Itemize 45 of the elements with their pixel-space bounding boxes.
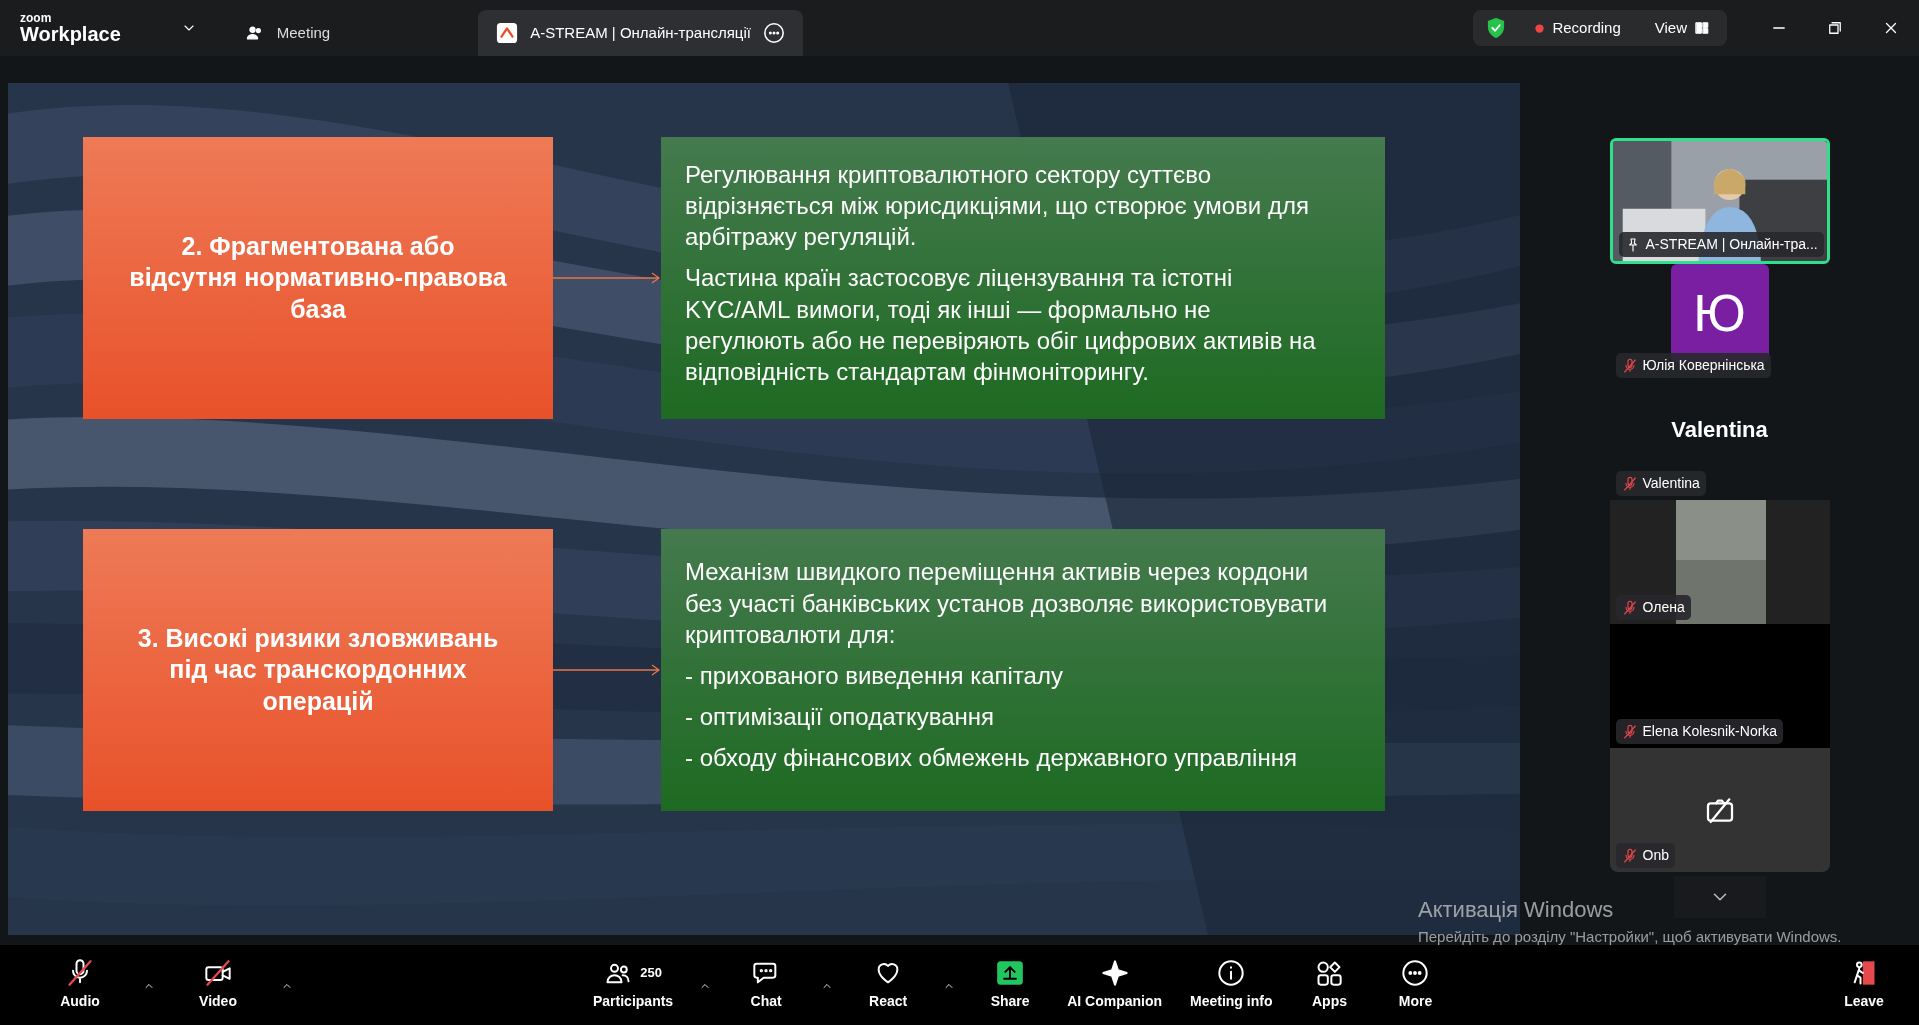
logo-text: Workplace [20, 24, 121, 44]
toolbar-button[interactable]: Video [183, 958, 253, 1012]
toolbar-button[interactable]: AI Companion [1061, 958, 1169, 1012]
camera-muted-icon [204, 958, 232, 987]
toolbar-button[interactable]: Share [975, 958, 1046, 1012]
activation-title: Активація Windows [1418, 896, 1614, 924]
slide-paragraph: Частина країн застосовує ліцензування та істотні KYC/AML вимоги, тоді як інші — формально не регулюють або не перевіряють обіг цифрових активів на відповідність стандартам фінмоніторингу. [685, 263, 1317, 387]
tab[interactable]: A-STREAM | Онлайн-трансляції [478, 10, 803, 56]
toolbar-button[interactable]: React [853, 958, 924, 1012]
app-icon [496, 22, 519, 44]
slide-heading-box: 3. Високі ризики зловживань під час транскордонних операцій [83, 529, 553, 811]
restore-icon[interactable] [1826, 19, 1844, 37]
recording-label: Recording [1552, 17, 1621, 38]
toolbar-button[interactable]: Leave [1829, 958, 1899, 1012]
slide-paragraph: - оптимізації оподаткування [685, 702, 996, 733]
activation-text: Перейдіть до розділу "Настройки", щоб активувати Windows. [1418, 927, 1843, 947]
participant-name: Onb [1642, 846, 1669, 865]
participant-name: Олена [1642, 598, 1685, 617]
participant-name: A-STREAM | Онлайн-тра... [1645, 235, 1818, 254]
toolbar-button[interactable]: 250 Participants [587, 958, 680, 1012]
participant-display-name: Valentina [1671, 415, 1768, 444]
view-button[interactable]: View [1648, 15, 1715, 41]
more-icon [1401, 958, 1430, 987]
toolbar-button[interactable]: Apps [1294, 958, 1365, 1012]
toolbar-button[interactable]: Meeting info [1184, 958, 1279, 1012]
toolbar-button[interactable]: Audio [45, 958, 115, 1012]
slide-paragraph: - обходу фінансових обмежень державного управління [685, 743, 1298, 774]
logo-text: zoom [20, 12, 53, 24]
info-icon [1217, 958, 1246, 987]
slide-paragraph: - прихованого виведення капіталу [685, 661, 1064, 691]
more-icon [762, 22, 785, 44]
slide-paragraph: Регулювання криптовалютного сектору суттєво відрізняється між юрисдикціями, що створює умови для арбітражу регуляцій. [685, 159, 1310, 253]
participant-count: 250 [640, 963, 662, 982]
slide-paragraph: Механізм швидкого переміщення активів через кордони без участі банківських установ дозволяє використовувати криптовалюти для: [685, 557, 1329, 650]
layout-icon [1695, 21, 1709, 35]
share-screen-icon [996, 958, 1025, 987]
sparkle-icon [1100, 958, 1129, 987]
participant-name: Elena Kolesnik-Norka [1642, 722, 1778, 741]
toolbar-button[interactable]: More [1380, 958, 1451, 1012]
participant-name: Valentina [1642, 474, 1700, 493]
slide-heading-box: 2. Фрагментована або відсутня нормативно-правова база [83, 137, 553, 419]
tab[interactable]: Meeting [226, 10, 349, 56]
recording-dot-icon [1535, 23, 1545, 33]
toolbar-button[interactable]: Chat [731, 958, 802, 1012]
microphone-muted-icon [66, 958, 94, 987]
